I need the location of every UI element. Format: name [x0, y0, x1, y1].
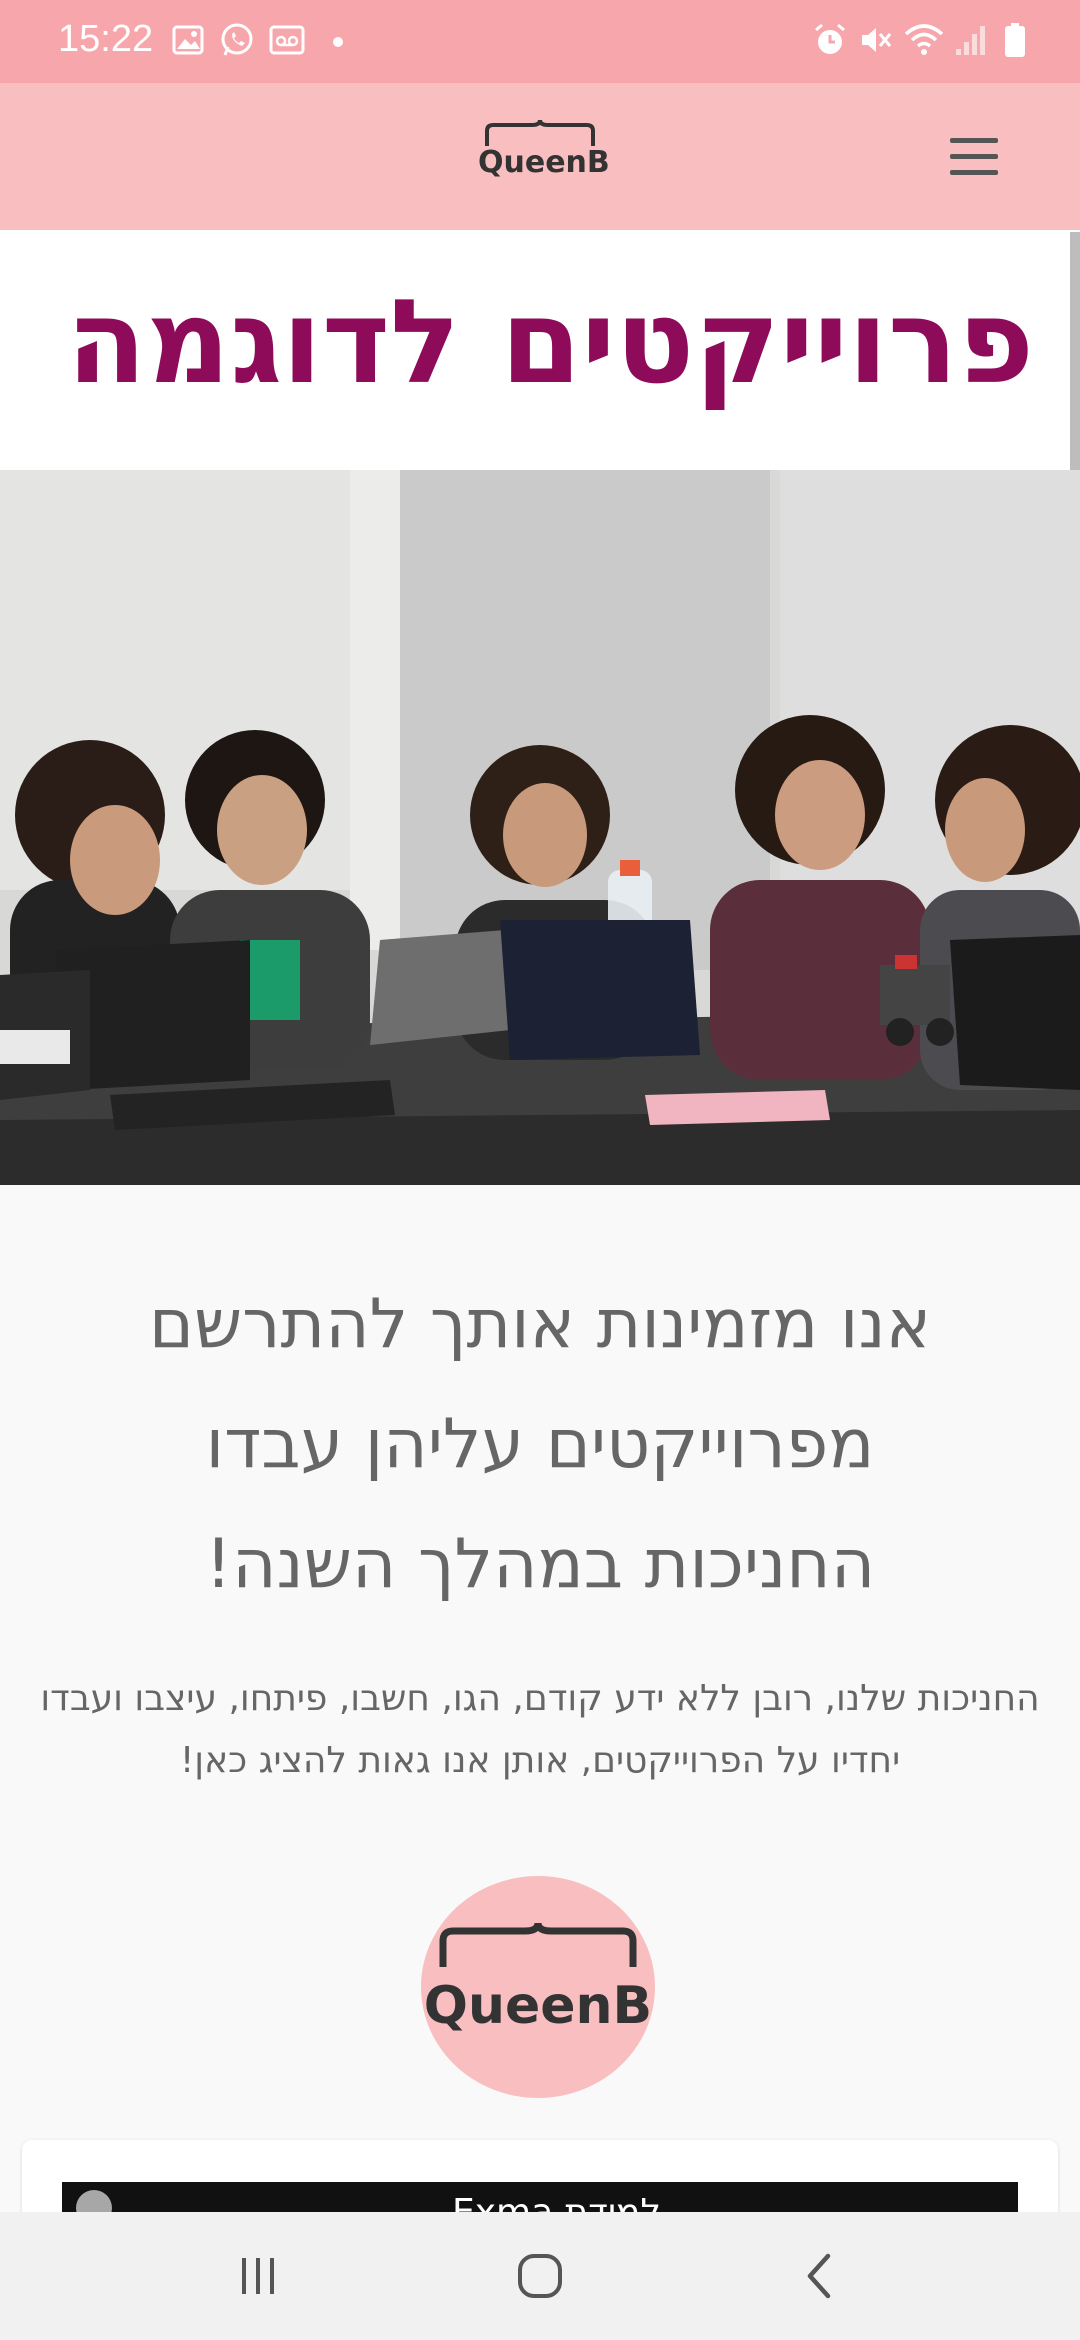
signal-icon	[952, 22, 988, 58]
alarm-icon	[810, 22, 850, 58]
brace-icon	[439, 1922, 637, 1967]
page-title: פרוייקטים לדוגמה	[66, 275, 1034, 410]
recent-apps-icon[interactable]	[218, 2246, 298, 2306]
status-bar: 15:22	[0, 0, 1080, 83]
home-icon[interactable]	[500, 2246, 580, 2306]
hero-photo	[0, 470, 1080, 1185]
logo-text: QueenB	[423, 1976, 653, 2036]
battery-icon	[1000, 22, 1030, 58]
description-text: החניכות שלנו, רובן ללא ידע קודם, הגו, חש…	[40, 1678, 1040, 1781]
headline-line: מפרוייקטים עליהן עבדו	[205, 1405, 875, 1484]
title-section: פרוייקטים לדוגמה	[0, 230, 1080, 470]
queenb-circle-logo: QueenB	[421, 1876, 655, 2098]
headline-line: אנו מזמינות אותך להתרשם	[148, 1285, 932, 1364]
mute-icon	[856, 22, 896, 58]
back-icon[interactable]	[780, 2246, 860, 2306]
system-nav-bar	[0, 2212, 1080, 2340]
notification-dot	[333, 37, 343, 47]
queenb-logo[interactable]: QueenB	[478, 119, 610, 191]
hamburger-menu-icon[interactable]	[948, 136, 1000, 178]
status-time: 15:22	[58, 18, 154, 60]
headline: אנו מזמינות אותך להתרשם מפרוייקטים עליהן…	[40, 1265, 1040, 1625]
app-header: QueenB	[0, 83, 1080, 230]
logo-text: QueenB	[478, 145, 610, 180]
image-icon	[170, 22, 206, 58]
wifi-icon	[902, 22, 946, 58]
headline-line: החניכות במהלך השנה!	[204, 1525, 876, 1604]
whatsapp-icon	[218, 22, 256, 58]
voicemail-icon	[268, 22, 306, 58]
